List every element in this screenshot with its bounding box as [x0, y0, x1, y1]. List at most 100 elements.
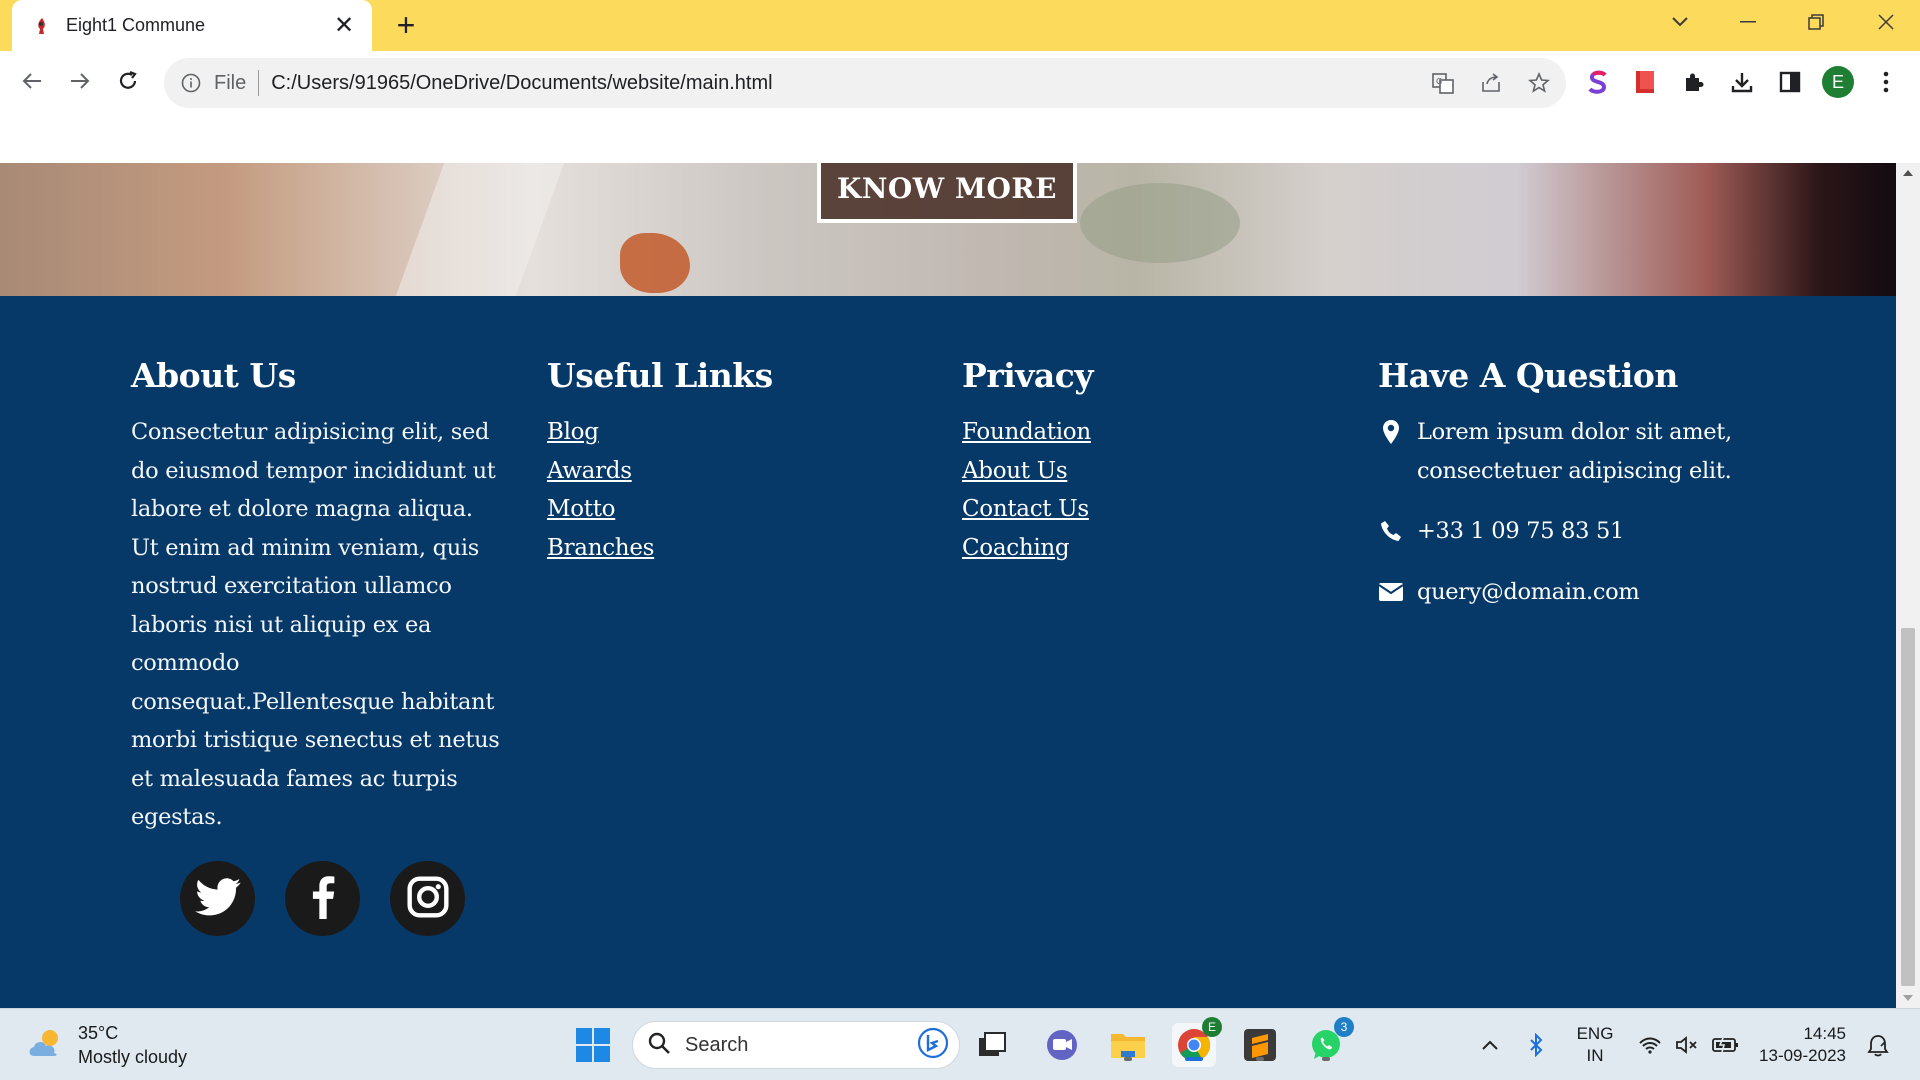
weather-text: Mostly cloudy: [78, 1047, 188, 1067]
back-button[interactable]: [12, 61, 52, 101]
scroll-up-arrow-icon[interactable]: [1896, 163, 1920, 183]
about-heading: About Us: [131, 356, 296, 395]
search-placeholder: Search: [685, 1033, 749, 1056]
footer-privacy-column: Privacy Foundation About Us Contact Us C…: [962, 356, 1094, 568]
link-awards[interactable]: Awards: [547, 452, 773, 491]
language-indicator[interactable]: ENG IN: [1570, 1023, 1620, 1067]
language-code: ENG: [1576, 1024, 1614, 1043]
forward-button[interactable]: [60, 61, 100, 101]
file-explorer-icon[interactable]: [1106, 1023, 1150, 1067]
show-hidden-icons-chevron-icon[interactable]: [1470, 1023, 1510, 1067]
extensions-puzzle-icon[interactable]: [1678, 66, 1710, 98]
link-blog[interactable]: Blog: [547, 413, 773, 452]
side-panel-icon[interactable]: [1774, 66, 1806, 98]
url-text[interactable]: C:/Users/91965/OneDrive/Documents/websit…: [271, 72, 772, 95]
bookmark-star-icon[interactable]: [1526, 70, 1552, 96]
battery-icon[interactable]: [1706, 1023, 1746, 1067]
active-indicator: [1185, 1057, 1203, 1061]
sublime-text-icon[interactable]: [1238, 1023, 1282, 1067]
footer-useful-links-column: Useful Links Blog Awards Motto Branches: [547, 356, 773, 567]
footer-question-column: Have A Question Lorem ipsum dolor sit am…: [1378, 356, 1798, 633]
date-text: 13-09-2023: [1759, 1046, 1846, 1065]
bluetooth-icon[interactable]: [1518, 1023, 1554, 1067]
download-icon[interactable]: [1726, 66, 1758, 98]
omnibox-divider: [258, 70, 260, 96]
info-icon[interactable]: [180, 72, 202, 94]
envelope-icon: [1378, 573, 1404, 611]
instagram-icon: [406, 875, 450, 923]
whatsapp-icon[interactable]: 3: [1304, 1017, 1354, 1067]
twitter-button[interactable]: [180, 861, 255, 936]
bing-icon[interactable]: [917, 1027, 949, 1064]
useful-links-heading: Useful Links: [547, 356, 773, 395]
link-about-us[interactable]: About Us: [962, 452, 1093, 491]
close-tab-icon[interactable]: ✕: [330, 12, 358, 40]
facebook-button[interactable]: [285, 861, 360, 936]
share-icon[interactable]: [1478, 70, 1504, 96]
running-indicator: [1256, 1057, 1264, 1061]
volume-muted-icon[interactable]: [1668, 1023, 1708, 1067]
task-view-icon[interactable]: [970, 1023, 1014, 1067]
start-button[interactable]: [571, 1023, 615, 1067]
tab-strip: Eight1 Commune ✕ +: [0, 0, 1920, 51]
address-bar[interactable]: File C:/Users/91965/OneDrive/Documents/w…: [164, 58, 1566, 108]
menu-kebab-icon[interactable]: [1870, 66, 1902, 98]
weather-widget[interactable]: 35°C Mostly cloudy: [26, 1021, 187, 1069]
site-favicon-icon: [32, 16, 52, 36]
taskbar-search[interactable]: Search: [632, 1021, 960, 1069]
hero-highlight: [395, 163, 565, 296]
link-motto[interactable]: Motto: [547, 490, 773, 529]
map-marker-icon: [1378, 413, 1404, 451]
search-icon: [647, 1031, 671, 1060]
twitter-icon: [194, 877, 241, 920]
running-indicator: [1124, 1057, 1132, 1061]
chrome-profile-badge: E: [1202, 1017, 1222, 1037]
hero-leaves: [1080, 183, 1240, 263]
profile-initial: E: [1822, 66, 1854, 98]
tab-title: Eight1 Commune: [66, 15, 206, 35]
svg-text:G: G: [1436, 77, 1442, 86]
extension-book-icon[interactable]: [1630, 66, 1662, 98]
know-more-button[interactable]: KNOW MORE: [817, 163, 1077, 223]
link-foundation[interactable]: Foundation: [962, 413, 1093, 452]
page-viewport: KNOW MORE About Us Consectetur adipisici…: [0, 163, 1896, 1008]
url-scheme-label: File: [214, 71, 247, 94]
vertical-scrollbar[interactable]: [1896, 163, 1920, 1008]
address-text: Lorem ipsum dolor sit amet, consectetuer…: [1417, 419, 1732, 484]
running-indicator: [1322, 1057, 1330, 1061]
scroll-down-arrow-icon[interactable]: [1896, 988, 1920, 1008]
browser-toolbar: File C:/Users/91965/OneDrive/Documents/w…: [0, 51, 1920, 113]
privacy-heading: Privacy: [962, 356, 1094, 395]
hero-flower: [620, 233, 690, 293]
translate-icon[interactable]: G: [1430, 70, 1456, 96]
region-code: IN: [1586, 1046, 1604, 1065]
email-text: query@domain.com: [1417, 578, 1640, 605]
minimize-button[interactable]: [1720, 0, 1776, 44]
temperature-text: 35°C: [78, 1023, 119, 1043]
extension-s-icon[interactable]: [1582, 66, 1614, 98]
clock[interactable]: 14:45 13-09-2023: [1752, 1023, 1846, 1067]
restore-button[interactable]: [1788, 0, 1844, 44]
reload-button[interactable]: [108, 61, 148, 101]
link-coaching[interactable]: Coaching: [962, 529, 1093, 568]
notification-bell-icon[interactable]: [1858, 1023, 1898, 1067]
contact-address: Lorem ipsum dolor sit amet, consectetuer…: [1378, 413, 1798, 490]
instagram-button[interactable]: [390, 861, 465, 936]
scrollbar-thumb[interactable]: [1901, 628, 1915, 986]
wifi-icon[interactable]: [1630, 1023, 1670, 1067]
profile-avatar[interactable]: E: [1822, 66, 1854, 98]
browser-tab[interactable]: Eight1 Commune ✕: [12, 0, 372, 51]
tab-search-icon[interactable]: [1652, 0, 1708, 44]
chrome-taskbar-icon[interactable]: E: [1172, 1017, 1222, 1067]
close-window-button[interactable]: [1858, 0, 1914, 44]
social-links: [180, 861, 465, 936]
new-tab-button[interactable]: +: [390, 9, 422, 42]
link-contact-us[interactable]: Contact Us: [962, 490, 1093, 529]
phone-icon: [1378, 512, 1404, 550]
link-branches[interactable]: Branches: [547, 529, 773, 568]
contact-email: query@domain.com: [1378, 573, 1798, 612]
footer-about-column: About Us Consectetur adipisicing elit, s…: [131, 356, 501, 837]
teams-chat-icon[interactable]: [1040, 1023, 1084, 1067]
about-text: Consectetur adipisicing elit, sed do eiu…: [131, 419, 500, 830]
phone-text: +33 1 09 75 83 51: [1417, 518, 1624, 544]
